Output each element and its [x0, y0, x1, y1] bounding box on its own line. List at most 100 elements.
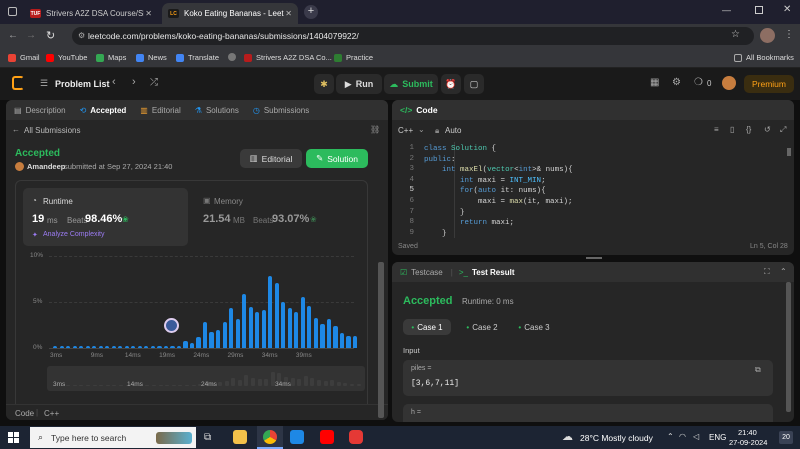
bookmark-news[interactable]: News	[136, 53, 167, 62]
chart-bar[interactable]	[157, 346, 162, 348]
bookmark-translate[interactable]: Translate	[176, 53, 219, 62]
window-close-icon[interactable]: ✕	[783, 4, 791, 15]
reset-icon[interactable]: ↺	[764, 125, 771, 134]
editorial-button[interactable]: ▥ Editorial	[240, 149, 302, 168]
braces-icon[interactable]: {}	[746, 125, 751, 134]
site-info-icon[interactable]: ⚙	[78, 31, 85, 40]
case-2-tab[interactable]: • Case 2	[458, 319, 506, 335]
premium-button[interactable]: Premium	[744, 75, 794, 93]
mini-chart[interactable]: 3ms 14ms 24ms 34ms	[47, 366, 365, 391]
chart-bar[interactable]	[261, 310, 266, 348]
tab-solutions[interactable]: Solutions	[206, 106, 239, 115]
task-view-icon[interactable]: ⧉	[204, 432, 211, 443]
chart-bar[interactable]	[320, 324, 325, 348]
chart-bar[interactable]	[118, 346, 123, 348]
shuffle-icon[interactable]: ⤮	[150, 77, 158, 88]
chart-bar[interactable]	[346, 336, 351, 348]
chart-bar[interactable]	[333, 325, 338, 348]
your-submission-marker[interactable]	[164, 318, 180, 333]
chart-bar[interactable]	[189, 343, 195, 348]
chart-bar[interactable]	[111, 346, 116, 348]
chart-bar[interactable]	[98, 346, 103, 348]
resize-handle[interactable]	[586, 257, 602, 259]
bookmark-icon[interactable]: ▯	[730, 125, 734, 134]
code-area[interactable]: 1 class Solution {2 public: 3 int maxEl(vec…	[392, 142, 794, 238]
chart-bar[interactable]	[79, 346, 84, 348]
tab-search-icon[interactable]	[8, 7, 17, 16]
all-submissions-link[interactable]: All Submissions	[24, 126, 80, 135]
runtime-distribution-chart[interactable]: 10% 5% 0% 3ms 9ms 14ms 19ms 24ms 29ms 34ms 39ms…	[15, 252, 368, 418]
tab-accepted[interactable]: Accepted	[90, 106, 126, 115]
chart-bar[interactable]	[53, 346, 58, 348]
chart-bar[interactable]	[131, 346, 136, 348]
chart-bar[interactable]	[229, 308, 234, 348]
all-bookmarks[interactable]: All Bookmarks	[734, 53, 794, 62]
chart-bar[interactable]	[92, 346, 97, 348]
new-tab-button[interactable]: +	[304, 5, 318, 19]
settings-icon[interactable]: ⚙	[672, 77, 681, 88]
bookmark-strivers[interactable]: Strivers A2Z DSA Co...	[244, 53, 332, 62]
link-icon[interactable]: ⛓	[370, 125, 380, 134]
chart-bar[interactable]	[294, 312, 299, 348]
result-scrollbar[interactable]	[786, 282, 791, 412]
star-icon[interactable]: ☆	[731, 29, 740, 40]
chart-bar[interactable]	[313, 317, 318, 348]
avatar[interactable]	[760, 28, 775, 43]
browser-tab-strivers[interactable]: TUF Strivers A2Z DSA Course/Sheet ✕	[24, 3, 158, 24]
solution-button[interactable]: ✎ Solution	[306, 149, 368, 168]
taskbar-search-box[interactable]: ⌕ Type here to search	[30, 427, 196, 448]
problem-list-link[interactable]: Problem List	[55, 79, 110, 89]
chart-bar[interactable]	[183, 340, 188, 348]
chart-bar[interactable]	[268, 276, 273, 348]
chart-bar[interactable]	[196, 336, 201, 348]
case-3-tab[interactable]: • Case 3	[510, 319, 558, 335]
vscode-icon[interactable]	[290, 430, 304, 444]
browser-tab-leetcode[interactable]: LC Koko Eating Bananas - LeetCod ✕	[162, 3, 298, 24]
submit-button[interactable]: ☁ Submit	[384, 74, 438, 94]
chart-bar[interactable]	[170, 346, 175, 348]
language-select[interactable]: C++	[398, 126, 413, 135]
weather-icon[interactable]: ☁	[562, 430, 573, 443]
back-icon[interactable]: ←	[8, 30, 18, 41]
case-1-tab[interactable]: • Case 1	[403, 319, 451, 335]
chart-bar[interactable]	[326, 319, 332, 348]
chart-bar[interactable]	[72, 346, 77, 348]
clock-time[interactable]: 21:40	[738, 428, 757, 437]
user-avatar[interactable]	[722, 76, 736, 90]
chart-bar[interactable]	[352, 336, 358, 348]
analyze-complexity-link[interactable]: Analyze Complexity	[43, 231, 104, 238]
url-field[interactable]: leetcode.com/problems/koko-eating-banana…	[72, 27, 754, 45]
next-problem-icon[interactable]: ›	[132, 76, 136, 88]
piles-input-box[interactable]: piles = [3,6,7,11] ⧉	[403, 360, 773, 396]
chart-bar[interactable]	[209, 332, 214, 348]
chart-bar[interactable]	[281, 302, 286, 348]
back-arrow-icon[interactable]: ←	[12, 125, 20, 134]
expand-icon[interactable]: ⤢	[780, 125, 786, 135]
chart-bar[interactable]	[274, 282, 279, 348]
prev-problem-icon[interactable]: ‹	[112, 76, 116, 88]
bookmark-practice[interactable]: Practice	[334, 53, 373, 62]
language-indicator[interactable]: ENG	[709, 433, 726, 442]
file-explorer-icon[interactable]	[233, 430, 247, 444]
timer-button[interactable]: ⏰	[441, 74, 461, 94]
chevron-up-icon[interactable]: ⌃	[667, 432, 674, 441]
fire-icon[interactable]: ❍	[694, 77, 703, 88]
wps-icon[interactable]	[349, 430, 363, 444]
tab-editorial[interactable]: Editorial	[152, 106, 181, 115]
forward-icon[interactable]: →	[26, 30, 36, 41]
bookmark-youtube[interactable]: YouTube	[46, 53, 87, 62]
menu-icon[interactable]: ⋮	[784, 29, 794, 40]
tab-submissions[interactable]: Submissions	[264, 106, 309, 115]
leetcode-logo-icon[interactable]	[12, 76, 24, 90]
collapse-icon[interactable]: ⌃	[780, 267, 787, 276]
bookmark-globe[interactable]	[228, 53, 240, 61]
maximize-icon[interactable]	[755, 6, 763, 14]
editor-scrollbar[interactable]	[787, 148, 791, 156]
format-icon[interactable]: ≡	[714, 125, 719, 134]
chart-bar[interactable]	[216, 329, 221, 348]
h-input-box[interactable]: h =	[403, 404, 773, 422]
reload-icon[interactable]: ↻	[46, 29, 55, 42]
weather-text[interactable]: 28°C Mostly cloudy	[580, 433, 653, 443]
left-scrollbar[interactable]	[378, 262, 384, 418]
run-button[interactable]: ▶ Run	[336, 74, 382, 94]
